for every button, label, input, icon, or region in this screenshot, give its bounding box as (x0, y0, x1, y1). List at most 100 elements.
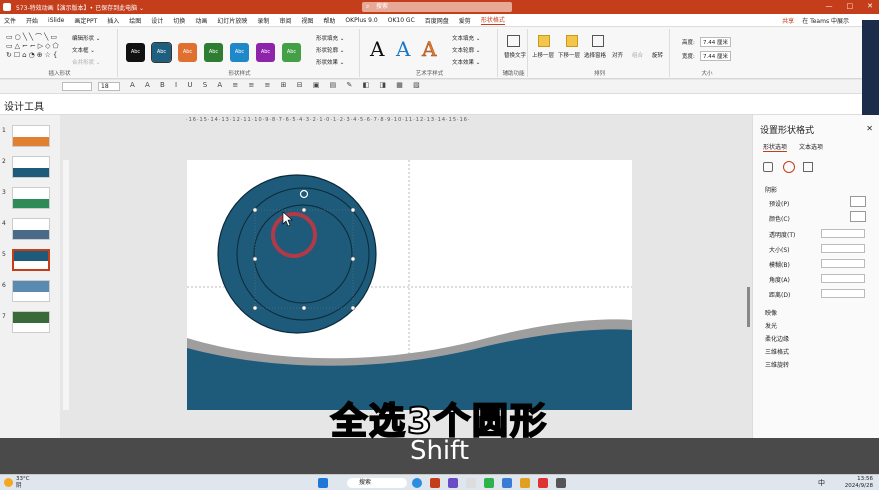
menu-item[interactable]: 视图 (301, 16, 313, 25)
merge-shapes-button[interactable]: 合并形状 ⌄ (72, 58, 100, 66)
shape-gallery[interactable]: ▭○╲╲⌒╲▭ ▭△⌐⌐▷◇⬠ ↻☐⌂◔⊕☆{ (6, 33, 68, 63)
menu-item[interactable]: 绘图 (129, 16, 141, 25)
menu-item[interactable]: 幻灯片放映 (217, 16, 247, 25)
panel-section[interactable]: 柔化边缘 (765, 334, 789, 343)
wechat-icon[interactable] (484, 478, 494, 488)
shape-style-swatch[interactable]: Abc (178, 43, 197, 62)
weather-icon (4, 478, 13, 487)
transparency-input[interactable] (821, 229, 865, 238)
text-effect-button[interactable]: 文本效果 ⌄ (452, 58, 480, 66)
app-icon-blue[interactable] (502, 478, 512, 488)
slide-thumbnail[interactable] (12, 187, 50, 209)
app-icon-red[interactable] (538, 478, 548, 488)
shape-fill-button[interactable]: 形状填充 ⌄ (316, 34, 344, 42)
textbox-button[interactable]: 文本框 ⌄ (72, 46, 95, 54)
slide[interactable] (187, 160, 632, 410)
shape-style-swatch[interactable]: Abc (230, 43, 249, 62)
size-input[interactable] (821, 244, 865, 253)
rotate-button[interactable]: 旋转 (652, 51, 663, 59)
panel-section[interactable]: 映像 (765, 308, 777, 317)
shape-style-swatch[interactable]: Abc (151, 42, 172, 63)
folder-icon[interactable] (520, 478, 530, 488)
selection-pane-button[interactable]: 选择窗格 (584, 51, 606, 59)
menu-item[interactable]: 审阅 (279, 16, 291, 25)
edge-icon[interactable] (412, 478, 422, 488)
menu-item[interactable]: 爱剪 (459, 16, 471, 25)
menu-item[interactable]: 百度网盘 (425, 16, 449, 25)
slide-thumbnail[interactable] (12, 311, 50, 333)
menu-item[interactable]: 设计 (151, 16, 163, 25)
menu-item[interactable]: 录制 (257, 16, 269, 25)
shape-effect-button[interactable]: 形状效果 ⌄ (316, 58, 344, 66)
menu-item[interactable]: 开始 (26, 16, 38, 25)
slide-thumbnail[interactable] (12, 125, 50, 147)
app-icon-grey[interactable] (466, 478, 476, 488)
size-properties-icon[interactable] (803, 162, 813, 172)
menu-item[interactable]: 形状格式 (480, 15, 505, 25)
distance-input[interactable] (821, 289, 865, 298)
menu-item[interactable]: 切换 (173, 16, 185, 25)
height-input[interactable]: 7.44 厘米 (700, 37, 731, 47)
panel-section[interactable]: 三维旋转 (765, 360, 789, 369)
edit-shape-button[interactable]: 编辑形状 ⌄ (72, 34, 100, 42)
clock[interactable]: 13:56 2024/9/28 (845, 476, 873, 490)
powerpoint-icon[interactable] (430, 478, 440, 488)
slide-thumbnail[interactable] (12, 280, 50, 302)
color-dropdown[interactable] (850, 211, 866, 222)
fill-icon[interactable] (763, 162, 773, 172)
panel-scrollbar[interactable] (747, 287, 750, 327)
app-icon-purple[interactable] (448, 478, 458, 488)
app-icon-dark[interactable] (556, 478, 566, 488)
shape-style-swatch[interactable]: Abc (126, 43, 145, 62)
wordart-style-2[interactable]: A (396, 37, 410, 61)
menu-item[interactable]: OK10 GC (388, 17, 415, 24)
slide-thumbnail[interactable] (12, 156, 50, 178)
text-fill-button[interactable]: 文本填充 ⌄ (452, 34, 480, 42)
blur-input[interactable] (821, 259, 865, 268)
start-icon[interactable] (318, 478, 328, 488)
font-name-box[interactable] (62, 82, 92, 91)
wordart-style-1[interactable]: A (370, 37, 384, 61)
text-outline-button[interactable]: 文本轮廓 ⌄ (452, 46, 480, 54)
maximize-button[interactable]: □ (847, 2, 854, 10)
search-box[interactable]: ⌕ 搜索 (362, 2, 512, 12)
menu-item[interactable]: iSlide (48, 17, 64, 24)
send-backward-button[interactable]: 下移一层 (558, 51, 580, 59)
panel-close-icon[interactable]: ✕ (866, 124, 873, 133)
wordart-style-3[interactable]: A (422, 37, 437, 62)
close-button[interactable]: ✕ (867, 2, 873, 10)
bring-forward-button[interactable]: 上移一层 (532, 51, 554, 59)
preset-dropdown[interactable] (850, 196, 866, 207)
menu-item[interactable]: 插入 (107, 16, 119, 25)
weather-widget[interactable]: 33°C 阴 (4, 476, 30, 490)
width-input[interactable]: 7.44 厘米 (700, 51, 731, 61)
effects-icon[interactable] (783, 161, 795, 173)
angle-input[interactable] (821, 274, 865, 283)
shadow-section[interactable]: 阴影 (765, 185, 777, 194)
menu-item[interactable]: OKPlus 9.0 (345, 17, 377, 24)
menu-item[interactable]: 画定PPT (74, 16, 97, 25)
share-button[interactable]: 共享 (782, 16, 794, 25)
minimize-button[interactable]: — (826, 2, 833, 10)
menu-item[interactable]: 文件 (4, 16, 16, 25)
group-button[interactable]: 组合 (632, 51, 643, 59)
menu-item[interactable]: 帮助 (323, 16, 335, 25)
shape-style-swatch[interactable]: Abc (256, 43, 275, 62)
shape-outline-button[interactable]: 形状轮廓 ⌄ (316, 46, 344, 54)
alt-text-button[interactable]: 替换文字 (504, 51, 526, 59)
clock-date: 2024/9/28 (844, 483, 873, 489)
teams-present-button[interactable]: 在 Teams 中展示 (802, 16, 849, 25)
font-size-box[interactable]: 18 (98, 82, 120, 91)
slide-thumbnail[interactable] (12, 249, 50, 271)
taskbar-search[interactable]: 搜索 (347, 478, 407, 488)
panel-section[interactable]: 发光 (765, 321, 777, 330)
tab-shape-options[interactable]: 形状选项 (763, 142, 788, 152)
slide-thumbnail[interactable] (12, 218, 50, 240)
shape-style-swatch[interactable]: Abc (204, 43, 223, 62)
align-button[interactable]: 对齐 (612, 51, 623, 59)
shape-style-swatch[interactable]: Abc (282, 43, 301, 62)
menu-item[interactable]: 动画 (195, 16, 207, 25)
tab-text-options[interactable]: 文本选项 (799, 142, 823, 152)
panel-section[interactable]: 三维格式 (765, 347, 789, 356)
lang-indicator[interactable]: 中 (818, 478, 825, 488)
